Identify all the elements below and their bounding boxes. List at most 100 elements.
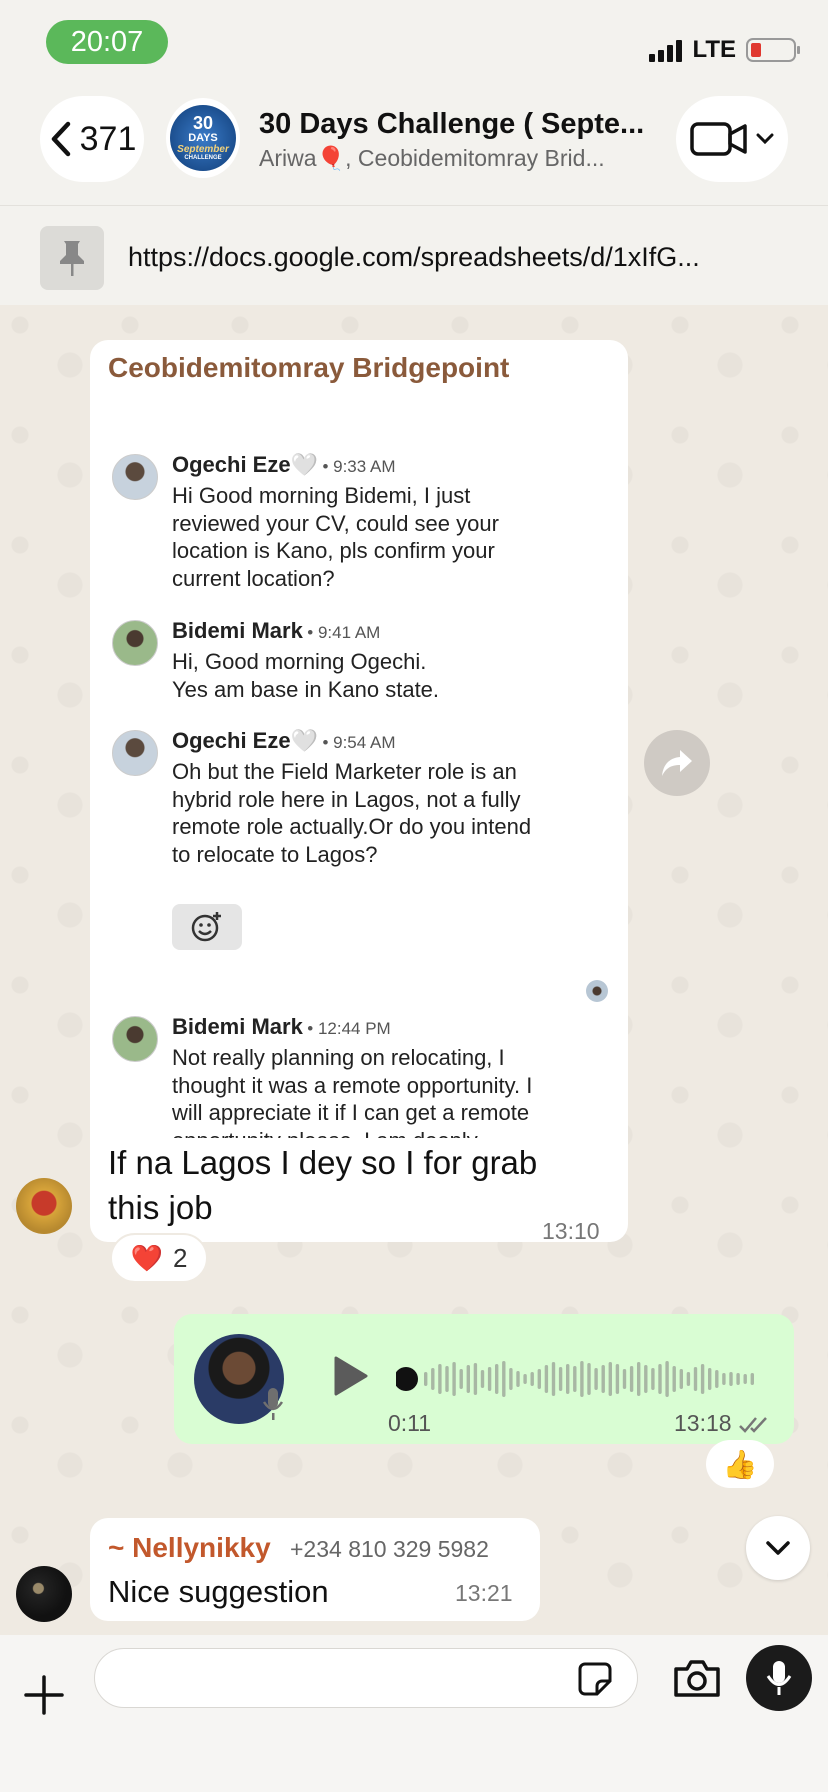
chat-header: 20:07 LTE 371 30 DAYS September CHALLENG… [0, 0, 828, 205]
status-icons: LTE [649, 36, 800, 64]
message-time: 13:18 [674, 1410, 772, 1437]
mic-icon [766, 1661, 792, 1695]
waveform-bar [729, 1372, 733, 1386]
plus-icon[interactable] [24, 1675, 64, 1715]
video-camera-icon [690, 122, 747, 156]
waveform-bar [601, 1365, 605, 1393]
waveform-bar [608, 1362, 612, 1396]
waveform-bar [736, 1373, 740, 1385]
waveform-bar [509, 1368, 513, 1390]
thumbs-up-emoji: 👍 [722, 1448, 758, 1480]
waveform-bar [722, 1373, 726, 1385]
waveform-bar [700, 1364, 705, 1394]
camera-icon[interactable] [672, 1657, 722, 1699]
record-voice-button[interactable] [746, 1645, 812, 1711]
waveform-bar [743, 1374, 747, 1384]
voice-message-bubble[interactable]: 0:11 13:18 [174, 1314, 794, 1444]
back-button[interactable]: 371 [40, 96, 144, 182]
message-time: 13:21 [455, 1580, 513, 1606]
message-text: Nice suggestion [108, 1574, 329, 1609]
pinned-message-bar[interactable]: https://docs.google.com/spreadsheets/d/1… [0, 205, 828, 305]
video-call-button[interactable] [676, 96, 788, 182]
screenshot-message-text: Hi Good morning Bidemi, I just reviewed … [172, 483, 499, 591]
waveform-bar [466, 1365, 470, 1393]
message-time: 13:10 [542, 1218, 600, 1244]
waveform-bar [424, 1372, 428, 1386]
screenshot-message-text: Hi, Good morning Ogechi. Yes am base in … [172, 649, 440, 702]
waveform-bar [573, 1366, 577, 1392]
waveform-bar [686, 1372, 691, 1386]
waveform-bar [502, 1361, 506, 1397]
screenshot-message-text: Not really planning on relocating, I tho… [172, 1045, 533, 1138]
waveform-bar [594, 1368, 598, 1390]
waveform-bar [637, 1362, 641, 1396]
seen-avatar [586, 980, 608, 1002]
waveform-bar [665, 1361, 669, 1397]
waveform-bar [580, 1361, 584, 1397]
voice-waveform[interactable] [396, 1354, 766, 1404]
signal-icon [649, 38, 683, 62]
chat-title[interactable]: 30 Days Challenge ( Septe... [259, 108, 649, 141]
chevron-down-icon [766, 1541, 790, 1555]
message-bubble-incoming[interactable]: Ceobidemitomray Bridgepoint Ogechi Eze🤍 … [90, 340, 628, 1244]
waveform-bar [473, 1363, 478, 1395]
waveform-bar [566, 1364, 570, 1394]
message-sender-name[interactable]: Ceobidemitomray Bridgepoint [108, 352, 509, 384]
waveform-bar [530, 1372, 534, 1386]
message-text: If na Lagos I dey so I for grab this job [108, 1144, 538, 1226]
unread-count: 371 [79, 119, 137, 158]
battery-icon [746, 38, 800, 62]
chat-participants[interactable]: Ariwa🎈, Ceobidemitomray Brid... [259, 145, 644, 172]
sticker-icon[interactable] [577, 1661, 613, 1697]
add-reaction-icon [172, 904, 242, 950]
message-reaction[interactable]: 👍 [706, 1440, 774, 1488]
waveform-bar [750, 1373, 754, 1385]
waveform-bar [551, 1362, 556, 1396]
sender-avatar[interactable] [16, 1566, 72, 1622]
message-bubble-incoming[interactable]: ~ Nellynikky +234 810 329 5982 Nice sugg… [90, 1518, 540, 1621]
scroll-to-bottom-button[interactable] [746, 1516, 810, 1580]
double-check-icon [739, 1417, 767, 1433]
waveform-bar [544, 1365, 549, 1393]
message-sender-name[interactable]: ~ Nellynikky [108, 1532, 271, 1564]
voice-duration: 0:11 [388, 1410, 432, 1436]
pin-icon [40, 226, 104, 290]
waveform-bar [537, 1369, 541, 1389]
waveform-bar [615, 1364, 620, 1394]
waveform-bar [487, 1367, 492, 1391]
group-logo: 30 DAYS September CHALLENGE [170, 105, 236, 171]
pinned-link[interactable]: https://docs.google.com/spreadsheets/d/1… [128, 242, 793, 273]
waveform-bar [516, 1371, 520, 1387]
waveform-bar [715, 1370, 719, 1388]
waveform-bar [644, 1365, 648, 1393]
waveform-bar [679, 1369, 683, 1389]
playhead[interactable] [396, 1367, 418, 1391]
waveform-bar [672, 1366, 676, 1392]
sender-avatar[interactable] [16, 1178, 72, 1234]
network-label: LTE [692, 36, 736, 63]
message-composer [0, 1635, 828, 1792]
forward-icon [662, 750, 692, 776]
waveform-bar [708, 1368, 712, 1390]
status-time: 20:07 [46, 20, 168, 64]
heart-reaction-emoji: ❤️ [130, 1242, 163, 1273]
waveform-bar [431, 1368, 435, 1390]
waveform-bar [587, 1363, 591, 1395]
waveform-bar [651, 1368, 655, 1390]
chevron-down-icon [756, 133, 774, 145]
sender-phone: +234 810 329 5982 [290, 1536, 489, 1562]
waveform-bar [523, 1374, 527, 1384]
play-icon[interactable] [330, 1354, 370, 1398]
waveform-bar [438, 1364, 442, 1394]
message-input[interactable] [94, 1648, 638, 1708]
waveform-bar [445, 1366, 449, 1392]
waveform-bar [693, 1367, 698, 1391]
mic-icon [262, 1388, 284, 1420]
group-avatar[interactable]: 30 DAYS September CHALLENGE [166, 98, 240, 178]
message-reaction[interactable]: ❤️ 2 [110, 1233, 208, 1283]
reaction-count: 2 [172, 1242, 188, 1273]
waveform-bar [629, 1366, 634, 1392]
attached-screenshot[interactable]: Ogechi Eze🤍 • 9:33 AM Hi Good morning Bi… [90, 398, 628, 1138]
chevron-left-icon [51, 121, 70, 157]
forward-button[interactable] [644, 730, 710, 796]
